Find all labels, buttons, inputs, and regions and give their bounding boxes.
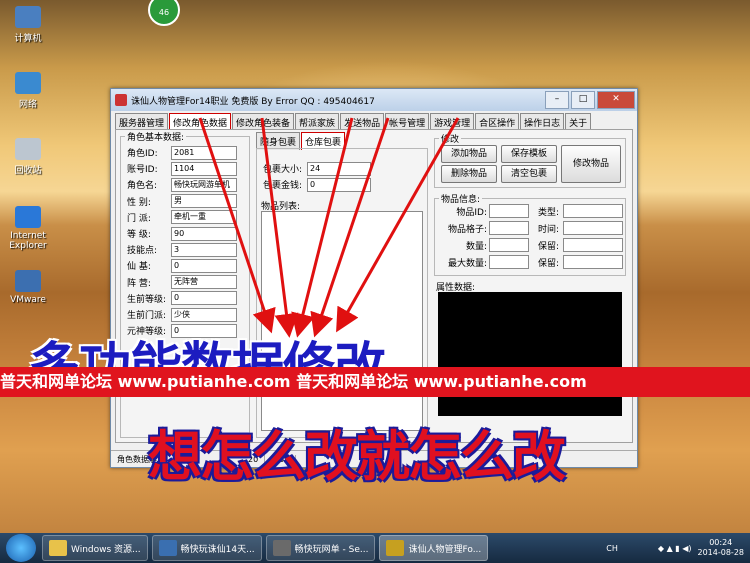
clock[interactable]: 00:24 2014-08-28 <box>698 538 745 558</box>
clock-date: 2014-08-28 <box>697 548 745 557</box>
taskbar-app-icon <box>272 540 291 556</box>
arrow-3 <box>291 117 354 338</box>
taskbar-app-icon <box>386 540 405 556</box>
forum-banner: 普天和网单论坛 www.putianhe.com 普天和网单论坛 www.put… <box>0 367 750 397</box>
taskbar-item-label: 畅快玩诛仙14天... <box>180 544 255 555</box>
taskbar-app-icon <box>158 540 177 556</box>
arrow-2 <box>260 117 299 338</box>
taskbar-item-2[interactable]: 畅快玩网单 - Se... <box>265 535 376 561</box>
system-tray: CH ◆ ▲ ▮ ◀) 00:24 2014-08-28 <box>606 538 750 558</box>
taskbar: Windows 资源... 畅快玩诛仙14天... 畅快玩网单 - Se... 诛仙人… <box>0 533 750 563</box>
taskbar-item-1[interactable]: 畅快玩诛仙14天... <box>151 535 262 561</box>
arrow-4 <box>310 117 390 338</box>
start-button[interactable] <box>6 534 36 562</box>
taskbar-app-icon <box>49 540 67 556</box>
clock-time: 00:24 <box>709 538 733 547</box>
taskbar-item-label: 诛仙人物管理Fo... <box>408 544 482 555</box>
arrow-5 <box>336 117 460 333</box>
taskbar-item-label: 畅快玩网单 - Se... <box>294 544 369 555</box>
taskbar-item-0[interactable]: Windows 资源... <box>42 535 148 561</box>
overlay-slogan: 想怎么改就怎么改 <box>148 425 566 488</box>
arrow-1 <box>198 117 276 334</box>
tray-icons[interactable]: ◆ ▲ ▮ ◀) <box>658 544 692 553</box>
taskbar-item-3[interactable]: 诛仙人物管理Fo... <box>379 535 489 561</box>
taskbar-items: Windows 资源... 畅快玩诛仙14天... 畅快玩网单 - Se... 诛仙人… <box>42 535 492 561</box>
ime-indicator[interactable]: CH <box>606 544 618 553</box>
taskbar-item-label: Windows 资源... <box>71 544 141 555</box>
